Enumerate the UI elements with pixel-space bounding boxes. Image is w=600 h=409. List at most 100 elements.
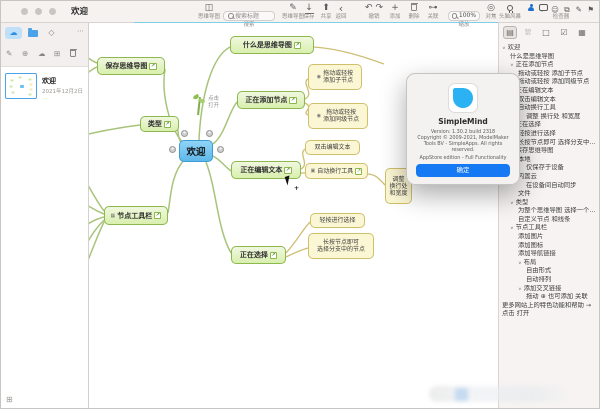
cloud-tab[interactable]: ☁ [5, 27, 22, 39]
outline-row[interactable]: ∨ 添加交叉链接 [499, 285, 599, 294]
node-editing-text[interactable]: 正在编辑文本 ↗ [231, 161, 301, 179]
outline-row[interactable]: 文件 [499, 190, 599, 199]
zoom-icon [451, 13, 458, 19]
minimize-window-button[interactable] [35, 8, 42, 15]
trash-icon [404, 3, 424, 14]
search-field[interactable]: 搜索标题 搜索 [223, 3, 275, 28]
node-selecting[interactable]: 正在选择 ↗ [231, 246, 286, 264]
outline-row[interactable]: ∨ 节点工具栏 [499, 224, 599, 233]
back-button[interactable]: ‹ 返回 [331, 3, 351, 20]
outline-row-label: 轻按进行选择 [518, 129, 556, 137]
node-what-is-mindmap[interactable]: 什么是思维导图 ↗ [230, 36, 314, 54]
document-thumbnail [5, 73, 37, 99]
outline-row[interactable]: ∨ 欢迎 [499, 44, 599, 53]
outline-row[interactable]: ∨ 布局 [499, 259, 599, 268]
zoom-control[interactable]: 100% 缩放 [448, 3, 480, 28]
pen-icon[interactable]: ✎ [574, 4, 583, 15]
image-tab-icon[interactable]: ⛆ [521, 26, 535, 39]
node-node-toolbar[interactable]: ▦ 节点工具栏 ↗ [104, 206, 168, 225]
about-dialog: SimpleMind Version: 1.30.2 build 2318 Co… [406, 73, 520, 185]
outline-row-label: 保存思维导图 [515, 147, 554, 155]
document-list-item[interactable]: 欢迎 2021年12月2日 [3, 73, 87, 111]
node-drag-add-sibling[interactable]: ◉ 拖动或轻按 添加同级节点 [308, 103, 368, 129]
search-input[interactable]: 搜索标题 [223, 10, 275, 21]
zoom-window-button[interactable] [49, 8, 56, 15]
outline-row[interactable]: ∨ 类型 [499, 199, 599, 208]
calendar-tab-icon[interactable]: ▦ [575, 26, 589, 39]
outline-row[interactable]: ∨ 正在添加节点 [499, 61, 599, 70]
node-handle[interactable]: + [169, 146, 176, 153]
tag-tab[interactable]: ◇ [43, 27, 60, 39]
node-handle[interactable]: + [217, 146, 224, 153]
import-icon[interactable]: ⊞ [54, 49, 60, 58]
checkbox-tab-icon[interactable]: ☑ [557, 26, 571, 39]
node-handle[interactable]: + [206, 130, 213, 137]
delete-button[interactable]: 删除 [404, 3, 424, 20]
outline-row[interactable]: 拖动 ⊕ 也可添加 关联 [499, 293, 599, 302]
outline-row[interactable]: 更多网站上的特色功能和帮助 → [499, 301, 599, 311]
new-folder-icon[interactable]: ⊕ [22, 49, 28, 58]
search-placeholder: 搜索标题 [235, 13, 260, 20]
more-options-icon[interactable]: ⋯ [77, 27, 84, 35]
wrap-icon: ▣ [310, 167, 316, 174]
flag-icon[interactable]: ⚑ [586, 4, 595, 15]
new-doc-icon[interactable]: ✎ [6, 49, 12, 58]
outline-row[interactable]: 自由形式 [499, 267, 599, 276]
node-save-mindmap[interactable]: 保存思维导图 ↗ [97, 57, 165, 75]
outline-row[interactable]: 什么是思维导图 [499, 53, 599, 62]
node-drag-add-child[interactable]: ◉ 拖动或轻按 添加子节点 [308, 64, 362, 90]
outline-row[interactable]: 添加导航链接 [499, 250, 599, 259]
node-type[interactable]: 类型 ↗ [140, 116, 179, 132]
outline-row-label: 更多网站上的特色功能和帮助 → [502, 301, 592, 309]
chevron-down-icon[interactable]: ∨ [510, 200, 514, 207]
node-center-welcome[interactable]: 欢迎 [179, 140, 213, 162]
sidebar-toggle-icon: ◫ [204, 3, 214, 13]
chevron-down-icon[interactable]: ∨ [518, 285, 522, 292]
close-window-button[interactable] [21, 8, 28, 15]
chevron-down-icon[interactable]: ∨ [510, 225, 514, 232]
shape-tab-icon[interactable]: □ [539, 26, 553, 39]
active-document-underline [134, 21, 498, 24]
folder-tab[interactable] [24, 27, 41, 39]
chevron-down-icon[interactable]: ∨ [518, 260, 522, 267]
add-node-button[interactable]: + 添加 [385, 3, 405, 20]
outline-row-label: 文件 [518, 190, 531, 198]
note-bubble-icon[interactable] [539, 3, 549, 15]
outline-row-label: 节点工具栏 [515, 224, 548, 232]
cloud-upload-icon[interactable]: ☁ [38, 49, 46, 58]
outline-row[interactable]: 添加图标 [499, 242, 599, 251]
node-tap-select[interactable]: 轻按进行选择 [310, 213, 365, 228]
undo-icon[interactable]: ↶ [365, 3, 373, 13]
node-wrap-tool[interactable]: ▣ 自动换行工具 ↗ [305, 163, 368, 179]
outline-row-label: 长按节点即可 选择分支中… [518, 138, 596, 146]
outline-row-label: 仅保存于设备 [526, 164, 564, 172]
redo-icon[interactable]: ↷ [375, 3, 383, 13]
delete-doc-icon[interactable] [69, 49, 77, 58]
mouse-cursor-plus: + [294, 185, 300, 192]
node-double-click-edit[interactable]: 双击编辑文本 [305, 140, 360, 155]
inspector-group[interactable]: ☺ ⧉ ✎ ⚑ 检查器 [525, 3, 597, 20]
node-long-press-select[interactable]: 长按节点即可 选择分支中的节点 [308, 233, 374, 259]
mindmaps-panel-button[interactable]: ◫ 思维导图 [197, 3, 221, 20]
relation-button[interactable]: ⊶ 关联 [423, 3, 443, 20]
outline-row-label: 调整 换行处 和宽度 [526, 112, 581, 120]
outline-tab-icon[interactable]: ▤ [503, 26, 517, 39]
brainstorm-button[interactable]: 头脑风暴 [497, 3, 523, 20]
grid-view-icon[interactable]: ⊞ [6, 395, 13, 404]
node-adding-nodes[interactable]: 正在添加节点 ↗ [237, 91, 305, 109]
outline-row[interactable]: 添加图片 [499, 233, 599, 242]
search-icon [228, 13, 234, 19]
outline-row[interactable]: 自动排列 [499, 276, 599, 285]
node-handle[interactable]: + [181, 130, 188, 137]
ok-button[interactable]: 确定 [416, 164, 510, 177]
save-icon: ↓ [304, 3, 314, 14]
outline-row-label: 点击 打开 [502, 310, 530, 318]
outline-row-label: 自由形式 [526, 267, 552, 275]
style-person-icon[interactable] [527, 3, 536, 15]
outline-row[interactable]: 自定义节点 和线条 [499, 216, 599, 225]
chevron-down-icon[interactable]: ∨ [510, 62, 514, 69]
chevron-down-icon[interactable]: ∨ [502, 45, 506, 52]
outline-row[interactable]: 点击 打开 [499, 310, 599, 319]
outline-row[interactable]: 为整个思维导图 选择一个… [499, 207, 599, 216]
outline-row-label: 内置云 [518, 172, 537, 180]
